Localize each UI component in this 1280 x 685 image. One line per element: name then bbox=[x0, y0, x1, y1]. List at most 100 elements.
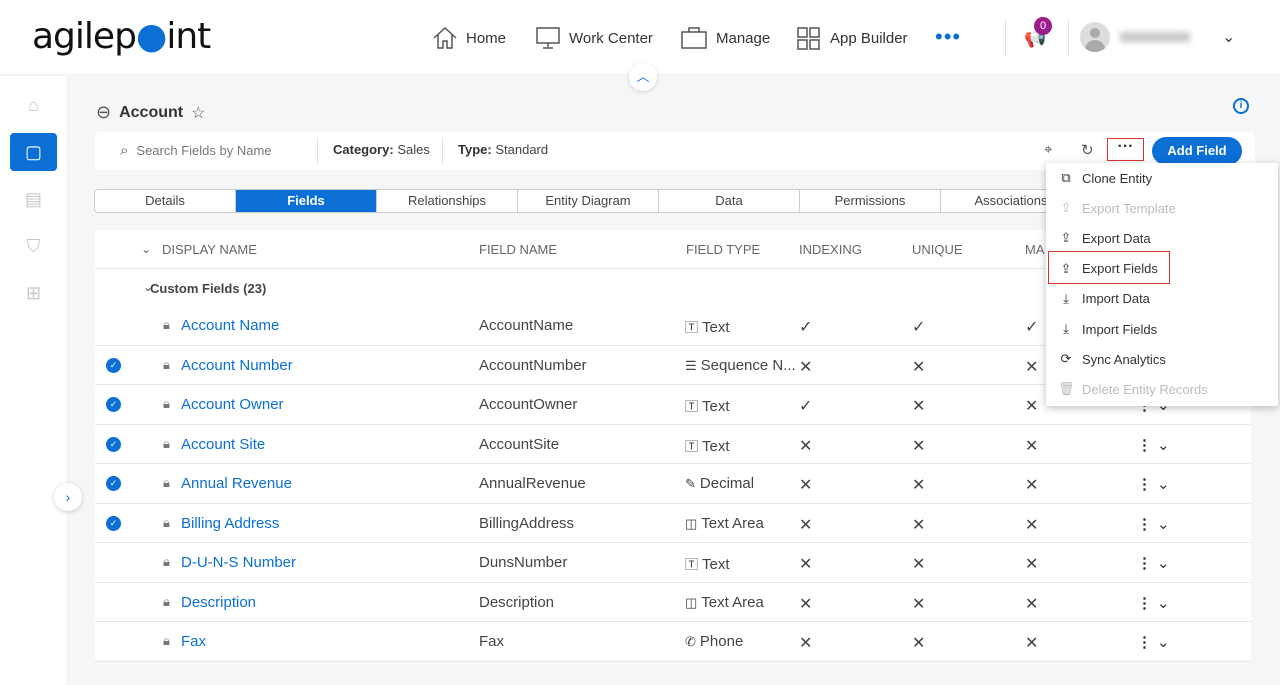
agilepoint-logo[interactable]: agilep●int bbox=[32, 16, 211, 57]
selected-check-icon[interactable]: ✓ bbox=[106, 436, 121, 452]
add-field-button[interactable]: Add Field bbox=[1152, 137, 1242, 165]
table-row[interactable]: 🔒︎ D-U-N-S Number DunsNumber 🅃 Text ✕ ✕ ✕… bbox=[95, 543, 1251, 583]
table-row[interactable]: ✓ 🔒︎ Account Site AccountSite 🅃 Text ✕ ✕ ✕… bbox=[95, 425, 1251, 464]
display-name-link[interactable]: D-U-N-S Number bbox=[181, 554, 296, 571]
expand-sidebar-button[interactable]: › bbox=[54, 483, 82, 511]
mandatory-flag: ✕ bbox=[1025, 516, 1039, 534]
expand-row-chevron-icon[interactable]: ⌄ bbox=[1157, 475, 1170, 493]
lock-icon: 🔒︎ bbox=[163, 554, 170, 569]
text-icon: 🅃 bbox=[685, 557, 699, 572]
kebab-menu-icon[interactable]: ⋮ bbox=[1137, 475, 1152, 493]
mandatory-flag: ✕ bbox=[1025, 595, 1039, 613]
col-field-name[interactable]: FIELD NAME bbox=[479, 242, 557, 257]
field-type-label: Phone bbox=[699, 633, 744, 650]
nav-manage[interactable]: Manage bbox=[680, 26, 770, 50]
type-filter[interactable]: Type: Standard bbox=[458, 142, 548, 157]
star-icon[interactable]: ☆ bbox=[191, 103, 205, 123]
expand-row-chevron-icon[interactable]: ⌄ bbox=[1157, 633, 1170, 651]
tab-details[interactable]: Details bbox=[95, 190, 236, 212]
tab-entity-diagram[interactable]: Entity Diagram bbox=[518, 190, 659, 212]
sort-chevron-icon[interactable]: ⌄ bbox=[141, 242, 151, 256]
location-pin-icon[interactable]: ⌖ bbox=[1044, 141, 1052, 158]
kebab-menu-icon[interactable]: ⋮ bbox=[1137, 436, 1152, 454]
divider bbox=[1005, 20, 1006, 56]
back-icon[interactable]: ⊖ bbox=[96, 102, 111, 123]
type-label: Type: bbox=[458, 142, 492, 157]
sidebar-entity-icon[interactable]: ▢ bbox=[10, 133, 57, 171]
expand-row-chevron-icon[interactable]: ⌄ bbox=[1157, 554, 1170, 572]
menu-item-sync-analytics[interactable]: ⟳ Sync Analytics bbox=[1058, 346, 1166, 372]
category-filter[interactable]: Category: Sales bbox=[333, 142, 430, 157]
selected-check-icon[interactable]: ✓ bbox=[106, 397, 121, 412]
tab-relationships[interactable]: Relationships bbox=[377, 190, 518, 212]
type-value: Standard bbox=[495, 142, 549, 157]
menu-item-export-fields[interactable]: ⇪ Export Fields bbox=[1058, 256, 1158, 282]
col-field-type[interactable]: FIELD TYPE bbox=[686, 242, 760, 257]
display-name-link[interactable]: Account Number bbox=[181, 357, 293, 374]
search-input[interactable]: ⌕ Search Fields by Name bbox=[120, 142, 272, 159]
kebab-menu-icon[interactable]: ⋮ bbox=[1137, 515, 1152, 533]
col-unique[interactable]: UNIQUE bbox=[912, 242, 963, 257]
expand-row-chevron-icon[interactable]: ⌄ bbox=[1157, 594, 1170, 612]
selected-check-icon[interactable]: ✓ bbox=[106, 515, 121, 531]
field-type-label: Text bbox=[702, 556, 730, 573]
more-actions-menu: ⧉ Clone Entity ⇪ Export Template ⇪ Export Dat… bbox=[1046, 163, 1278, 406]
sidebar-document-icon[interactable]: ▤ bbox=[10, 180, 57, 218]
tab-permissions[interactable]: Permissions bbox=[800, 190, 941, 212]
table-row[interactable]: 🔒︎ Fax Fax ✆ Phone ✕ ✕ ✕ ⋮ ⌄ bbox=[95, 622, 1251, 662]
chevron-down-icon[interactable]: ⌄ bbox=[1222, 27, 1235, 47]
col-mandatory[interactable]: MA bbox=[1025, 242, 1045, 257]
info-icon[interactable]: i bbox=[1233, 98, 1249, 114]
nav-app-builder-label: App Builder bbox=[830, 29, 908, 47]
divider bbox=[442, 138, 443, 164]
notification-badge: 0 bbox=[1034, 17, 1052, 35]
table-row[interactable]: ✓ 🔒︎ Billing Address BillingAddress ◫ Text… bbox=[95, 504, 1251, 543]
kebab-menu-icon[interactable]: ⋮ bbox=[1137, 554, 1152, 572]
avatar[interactable] bbox=[1080, 22, 1110, 52]
menu-item-export-data[interactable]: ⇪ Export Data bbox=[1058, 225, 1151, 251]
indexing-flag: ✕ bbox=[799, 477, 813, 494]
kebab-menu-icon[interactable]: ⋮ bbox=[1137, 594, 1152, 612]
expand-row-chevron-icon[interactable]: ⌄ bbox=[1157, 436, 1170, 454]
selected-check-icon[interactable]: ✓ bbox=[106, 476, 121, 491]
search-placeholder: Search Fields by Name bbox=[136, 143, 272, 158]
col-indexing[interactable]: INDEXING bbox=[799, 242, 862, 257]
table-row[interactable]: 🔒︎ Description Description ◫ Text Area ✕ … bbox=[95, 583, 1251, 622]
table-row[interactable]: ✓ 🔒︎ Annual Revenue AnnualRevenue ✎ Decima… bbox=[95, 464, 1251, 504]
sidebar-hierarchy-icon[interactable]: ⊞ bbox=[10, 274, 57, 312]
text-icon: 🅃 bbox=[685, 438, 699, 454]
expand-row-chevron-icon[interactable]: ⌄ bbox=[1157, 515, 1170, 533]
sidebar-shield-icon[interactable]: ⛉ bbox=[10, 227, 57, 265]
nav-app-builder[interactable]: App Builder bbox=[796, 26, 908, 50]
sidebar-home-icon[interactable]: ⌂ bbox=[10, 86, 57, 124]
display-name-link[interactable]: Account Owner bbox=[181, 396, 284, 413]
display-name-link[interactable]: Account Site bbox=[181, 436, 265, 453]
display-name-link[interactable]: Fax bbox=[181, 633, 206, 650]
menu-item-import-fields[interactable]: ⤓ Import Fields bbox=[1058, 316, 1157, 342]
display-name-link[interactable]: Account Name bbox=[181, 317, 279, 334]
more-nav-icon[interactable]: ••• bbox=[935, 26, 961, 48]
nav-home[interactable]: Home bbox=[432, 26, 506, 50]
indexing-flag: ✓ bbox=[799, 398, 813, 415]
search-icon: ⌕ bbox=[120, 142, 129, 159]
display-name-link[interactable]: Description bbox=[181, 594, 256, 611]
lock-icon: 🔒︎ bbox=[163, 435, 170, 451]
selected-check-icon[interactable]: ✓ bbox=[106, 357, 121, 373]
unique-flag: ✕ bbox=[912, 556, 926, 573]
tab-fields[interactable]: Fields bbox=[236, 190, 377, 212]
tab-data[interactable]: Data bbox=[659, 190, 800, 212]
unique-flag: ✕ bbox=[912, 477, 926, 494]
menu-item-export-template: ⇪ Export Template bbox=[1058, 195, 1176, 221]
display-name-link[interactable]: Annual Revenue bbox=[181, 475, 292, 492]
more-actions-button[interactable]: ··· bbox=[1107, 138, 1144, 161]
upload-icon: ⇪ bbox=[1060, 230, 1072, 246]
field-type: ◫ Text Area bbox=[685, 594, 797, 611]
menu-item-clone-entity[interactable]: ⧉ Clone Entity bbox=[1058, 165, 1152, 191]
nav-work-center[interactable]: Work Center bbox=[535, 26, 653, 50]
collapse-header-button[interactable]: ︿ bbox=[629, 63, 657, 91]
kebab-menu-icon[interactable]: ⋮ bbox=[1137, 633, 1152, 651]
col-display-name[interactable]: DISPLAY NAME bbox=[162, 242, 257, 257]
display-name-link[interactable]: Billing Address bbox=[181, 515, 279, 532]
menu-item-import-data[interactable]: ⤓ Import Data bbox=[1058, 286, 1150, 312]
refresh-icon[interactable]: ↻ bbox=[1081, 141, 1094, 159]
